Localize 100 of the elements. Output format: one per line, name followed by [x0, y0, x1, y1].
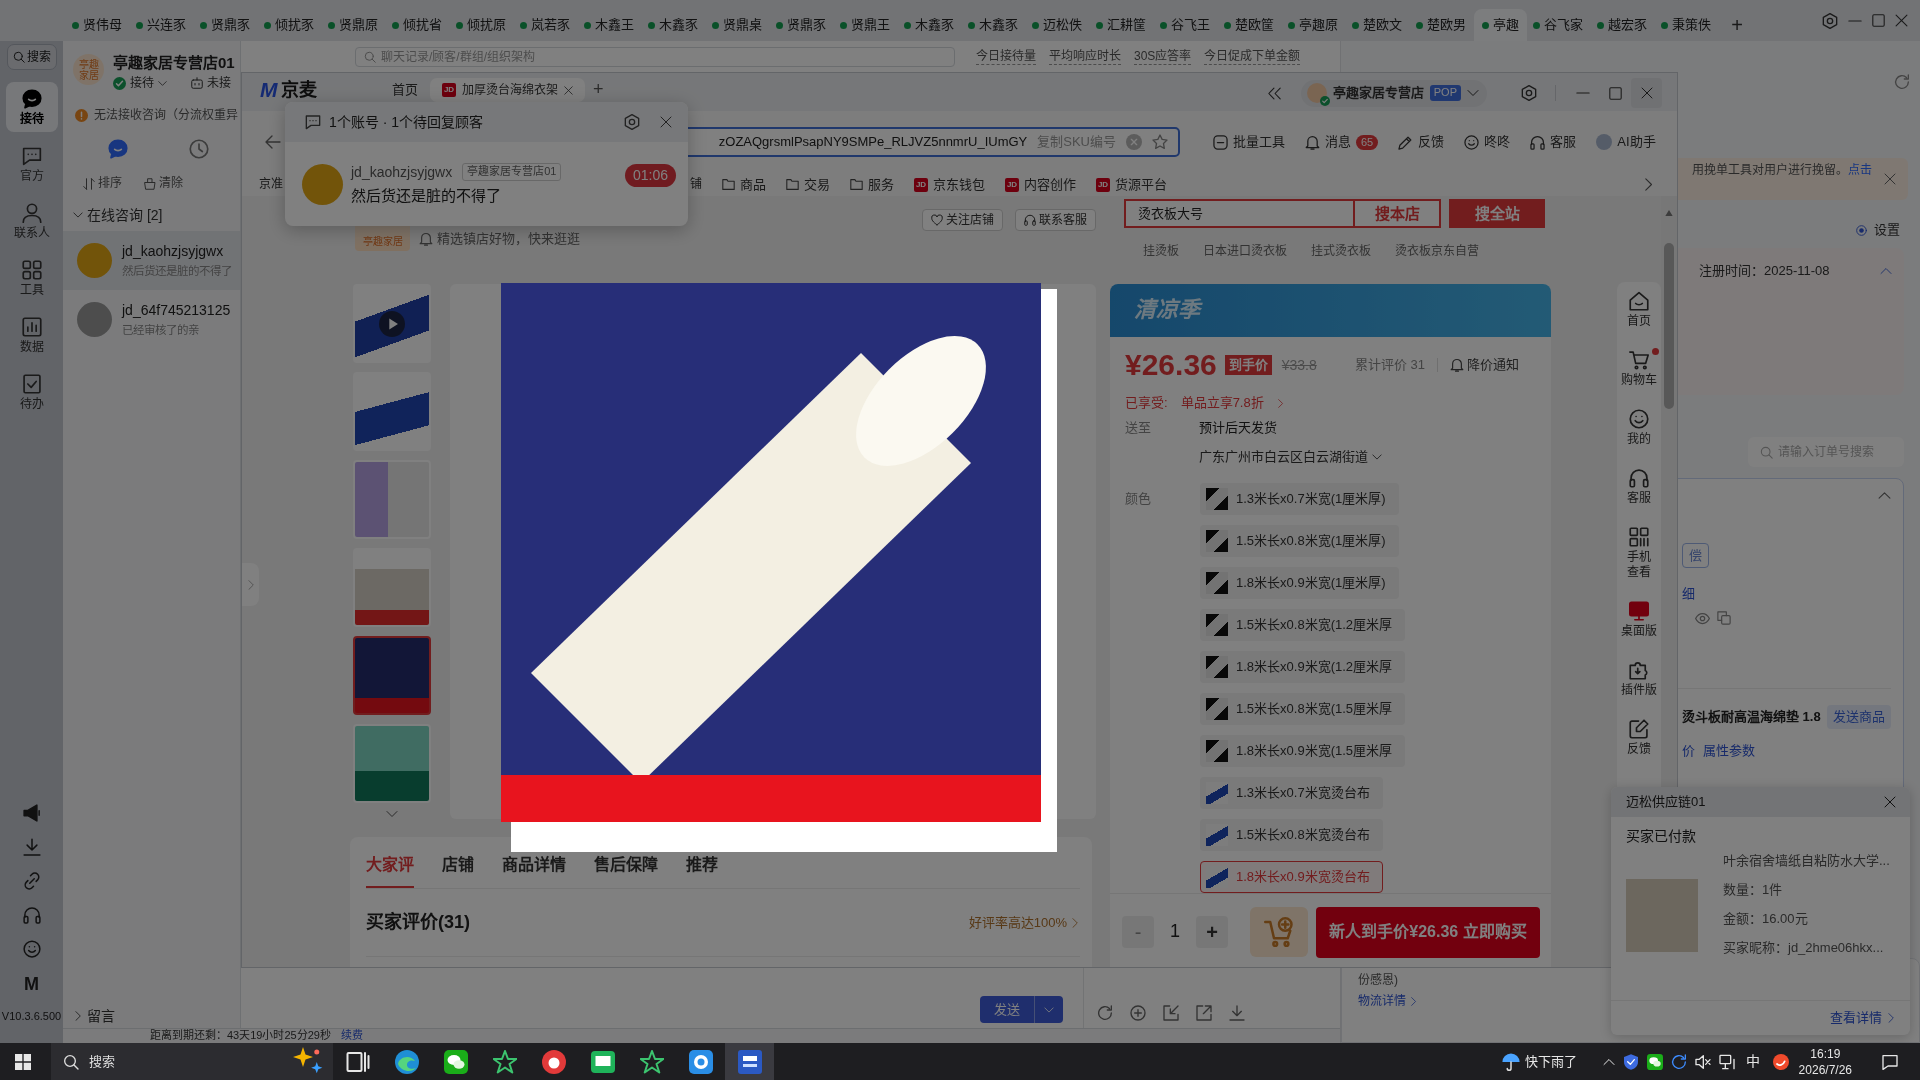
plus-circle-icon[interactable] [1130, 1005, 1146, 1021]
rating-link[interactable]: 好评率高达100% [968, 914, 1080, 931]
detail-link[interactable]: 细 [1682, 586, 1695, 602]
option-chip[interactable]: 1.5米长x0.8米宽(1.5厘米厚 [1200, 693, 1406, 725]
settings-link[interactable]: 设置 [1874, 222, 1900, 238]
tab[interactable]: 亭趣 [1474, 9, 1527, 41]
tab[interactable]: 贤鼎桌 [706, 9, 770, 41]
send-button[interactable]: 发送 [980, 996, 1034, 1023]
windows-logo-icon[interactable] [15, 1053, 31, 1070]
thumbnail-photo[interactable] [353, 636, 431, 715]
tab[interactable]: 商品详情 [502, 854, 566, 888]
contact-button[interactable]: 联系客服 [1015, 209, 1096, 231]
group-header[interactable]: 在线咨询 [2] [63, 205, 240, 225]
tab[interactable]: 贤鼎豕 [194, 9, 258, 41]
notification-icon[interactable] [1882, 1053, 1898, 1070]
copy-icon[interactable] [1717, 611, 1731, 626]
expand-handle[interactable] [242, 563, 259, 606]
nav-link[interactable]: 铺 [690, 177, 702, 192]
renew-link[interactable]: 续费 [340, 1029, 363, 1043]
option-chip[interactable]: 1.3米长x0.7米宽(1厘米厚) [1200, 483, 1399, 515]
import-icon[interactable] [1163, 1005, 1179, 1021]
nav-link[interactable]: 京准 [259, 177, 283, 192]
hot-word-link[interactable]: 挂烫板 [1143, 244, 1179, 259]
side-nav-item[interactable]: 手机查看 [1627, 527, 1651, 580]
tab[interactable]: 木鑫豕 [962, 9, 1026, 41]
nav-link[interactable]: 商品 [722, 176, 766, 193]
quantity-field[interactable]: 1 [1154, 921, 1196, 943]
toolbar-button[interactable]: 批量工具 [1213, 134, 1285, 150]
speaker-muted-icon[interactable] [1694, 1053, 1711, 1070]
side-nav-item[interactable]: 我的 [1627, 409, 1651, 447]
side-nav-item[interactable]: 首页 [1627, 291, 1651, 329]
side-nav-item[interactable]: 客服 [1627, 468, 1651, 506]
toolbar-button[interactable]: 客服 [1530, 134, 1577, 150]
tab[interactable]: 木鑫豕 [642, 9, 706, 41]
tab[interactable]: 楚欧男 [1410, 9, 1474, 41]
search-store-button[interactable]: 搜本店 [1353, 199, 1441, 228]
chevron-right-icon[interactable] [1642, 178, 1655, 191]
side-nav-item[interactable]: 反馈 [1627, 719, 1651, 757]
chevron-down-icon[interactable] [386, 808, 398, 820]
option-chip[interactable]: 1.8米长x0.9米宽(1厘米厚) [1200, 567, 1399, 599]
tab[interactable]: 倾扰省 [386, 9, 450, 41]
tab[interactable]: 迈松佚 [1026, 9, 1090, 41]
hot-word-link[interactable]: 挂式烫衣板 [1311, 244, 1371, 259]
weather-text[interactable]: 快下雨了 [1524, 1053, 1577, 1070]
tab[interactable]: 岚若豕 [514, 9, 578, 41]
download-icon[interactable] [1229, 1005, 1245, 1021]
tab[interactable]: 木鑫王 [578, 9, 642, 41]
close-icon[interactable] [1884, 796, 1896, 808]
clear-button[interactable]: 清除 [144, 175, 183, 192]
download-icon[interactable] [22, 838, 41, 856]
tab[interactable]: 倾扰豕 [258, 9, 322, 41]
option-chip[interactable]: 1.3米长x0.7米宽烫台布 [1200, 777, 1383, 809]
option-chip[interactable]: 1.5米长x0.8米宽(1厘米厚) [1200, 525, 1399, 557]
back-arrow-icon[interactable] [265, 134, 281, 150]
megaphone-icon[interactable] [22, 804, 41, 822]
tab[interactable]: 贤鼎原 [322, 9, 386, 41]
add-to-cart-button[interactable] [1250, 907, 1308, 957]
close-button[interactable] [1631, 78, 1662, 108]
toolbar-button[interactable]: 反馈 [1398, 134, 1445, 150]
refresh-icon[interactable] [1894, 74, 1910, 90]
tab[interactable]: 兴连豕 [130, 9, 194, 41]
taskbar-button[interactable] [725, 1043, 774, 1080]
side-nav-item[interactable]: 购物车 [1621, 350, 1657, 388]
double-chevron-left-icon[interactable] [1267, 86, 1281, 100]
scroll-up-icon[interactable] [1665, 209, 1673, 217]
side-nav-item[interactable]: 桌面版 [1621, 601, 1657, 639]
smiley-icon[interactable] [22, 940, 41, 958]
search-field[interactable]: 搜索 [51, 1043, 333, 1080]
option-chip[interactable]: 1.8米长x0.9米宽烫台布 [1200, 861, 1383, 893]
tab[interactable]: 店铺 [442, 854, 474, 888]
discount-link[interactable]: 单品立享7.8折 [1180, 395, 1285, 411]
logistics-link[interactable]: 物流详情 [1358, 994, 1418, 1009]
swoosh-icon[interactable] [1772, 1053, 1789, 1070]
buy-now-button[interactable]: 新人到手价¥26.36 立即购买 [1316, 906, 1540, 958]
toolbar-button[interactable]: 消息 65 [1305, 134, 1379, 150]
toolbar-button[interactable]: 咚咚 [1464, 134, 1511, 150]
link-icon[interactable] [22, 872, 41, 890]
send-product-button[interactable]: 发送商品 [1827, 704, 1891, 729]
hot-word-link[interactable]: 日本进口烫衣板 [1203, 244, 1287, 259]
search-field[interactable]: 烫衣板大号 [1124, 199, 1353, 228]
settings-icon[interactable] [1521, 85, 1537, 101]
star-icon[interactable] [1152, 134, 1168, 150]
tab[interactable]: 贤伟母 [66, 9, 130, 41]
rail-item[interactable]: 官方 [5, 139, 58, 189]
nav-link[interactable]: JD 内容创作 [1005, 176, 1076, 193]
input-method-label[interactable]: 中 [1745, 1053, 1760, 1070]
nav-link[interactable]: JD 货源平台 [1096, 176, 1167, 193]
tab[interactable]: 楚欧筐 [1218, 9, 1282, 41]
tab[interactable]: 谷飞家 [1527, 9, 1591, 41]
tab[interactable]: 秉策佚 [1655, 9, 1719, 41]
tab[interactable]: 贤鼎王 [834, 9, 898, 41]
tab[interactable]: 汇耕筐 [1090, 9, 1154, 41]
side-nav-item[interactable]: 插件版 [1621, 660, 1657, 698]
hot-word-link[interactable]: 烫衣板京东自营 [1395, 244, 1479, 259]
store-switcher[interactable]: 亭趣家居专营店 POP [1300, 79, 1487, 107]
increase-button[interactable]: + [1196, 916, 1228, 948]
search-button[interactable]: 搜索 [6, 44, 57, 70]
maximize-icon[interactable] [1872, 14, 1885, 27]
tab[interactable]: 售后保障 [594, 854, 658, 888]
tab[interactable]: 贤鼎豕 [770, 9, 834, 41]
